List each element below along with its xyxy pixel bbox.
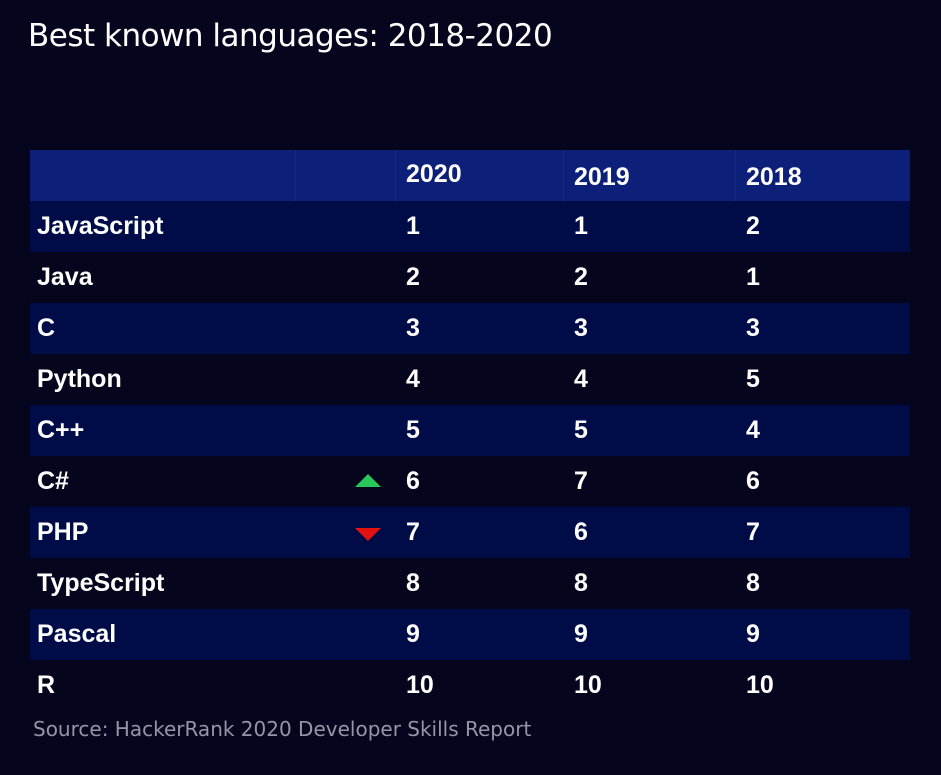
source-note: Source: HackerRank 2020 Developer Skills… <box>33 717 532 741</box>
rank-2018-cell: 8 <box>746 569 760 597</box>
table-row: JavaScript 1 1 2 <box>30 201 910 252</box>
header-divider <box>295 150 296 201</box>
column-header-2018: 2018 <box>746 163 802 191</box>
table-row: C# 6 7 6 <box>30 456 910 507</box>
language-cell: TypeScript <box>37 569 165 597</box>
table-row: TypeScript 8 8 8 <box>30 558 910 609</box>
rank-2018-cell: 3 <box>746 314 760 342</box>
column-header-2019: 2019 <box>574 163 630 191</box>
language-cell: Python <box>37 365 122 393</box>
rank-2018-cell: 9 <box>746 620 760 648</box>
rank-2020-cell: 2 <box>406 263 420 291</box>
rank-2020-cell: 3 <box>406 314 420 342</box>
rank-2020-cell: 8 <box>406 569 420 597</box>
rank-2020-cell: 6 <box>406 467 420 495</box>
rank-2018-cell: 2 <box>746 212 760 240</box>
rank-2019-cell: 6 <box>574 518 588 546</box>
header-divider <box>563 150 564 201</box>
trend-down-arrow-icon <box>355 528 381 541</box>
language-cell: Pascal <box>37 620 117 648</box>
rank-2018-cell: 1 <box>746 263 760 291</box>
rank-2019-cell: 9 <box>574 620 588 648</box>
rank-2020-cell: 7 <box>406 518 420 546</box>
rank-2020-cell: 5 <box>406 416 420 444</box>
language-cell: Java <box>37 263 93 291</box>
language-cell: R <box>37 671 56 699</box>
header-divider <box>395 150 396 201</box>
language-cell: C# <box>37 467 69 495</box>
rank-2019-cell: 5 <box>574 416 588 444</box>
rank-2019-cell: 7 <box>574 467 588 495</box>
rank-2020-cell: 10 <box>406 671 434 699</box>
language-cell: C++ <box>37 416 85 444</box>
table-row: C++ 5 5 4 <box>30 405 910 456</box>
table-body: JavaScript 1 1 2 Java 2 2 1 C 3 3 3 Python 4 4 5 C++ 5 5 4 C… <box>30 201 910 711</box>
rank-2019-cell: 4 <box>574 365 588 393</box>
rank-2018-cell: 10 <box>746 671 774 699</box>
language-cell: PHP <box>37 518 89 546</box>
language-cell: JavaScript <box>37 212 164 240</box>
rank-2018-cell: 4 <box>746 416 760 444</box>
table-header-row: 2020 2019 2018 <box>30 150 910 201</box>
language-cell: C <box>37 314 56 342</box>
rank-2018-cell: 7 <box>746 518 760 546</box>
rank-2020-cell: 4 <box>406 365 420 393</box>
table-row: Pascal 9 9 9 <box>30 609 910 660</box>
rank-2019-cell: 2 <box>574 263 588 291</box>
table-row: R 10 10 10 <box>30 660 910 711</box>
column-header-2020: 2020 <box>406 160 462 188</box>
trend-up-arrow-icon <box>355 474 381 487</box>
table-row: C 3 3 3 <box>30 303 910 354</box>
ranking-table: 2020 2019 2018 JavaScript 1 1 2 Java 2 2 1 C 3 3 3 P… <box>30 150 910 711</box>
header-divider <box>735 150 736 201</box>
table-row: Python 4 4 5 <box>30 354 910 405</box>
page-title: Best known languages: 2018-2020 <box>28 18 553 54</box>
rank-2020-cell: 9 <box>406 620 420 648</box>
table-row: Java 2 2 1 <box>30 252 910 303</box>
rank-2018-cell: 5 <box>746 365 760 393</box>
rank-2020-cell: 1 <box>406 212 420 240</box>
rank-2019-cell: 1 <box>574 212 588 240</box>
rank-2019-cell: 10 <box>574 671 602 699</box>
table-row: PHP 7 6 7 <box>30 507 910 558</box>
rank-2019-cell: 3 <box>574 314 588 342</box>
rank-2018-cell: 6 <box>746 467 760 495</box>
rank-2019-cell: 8 <box>574 569 588 597</box>
